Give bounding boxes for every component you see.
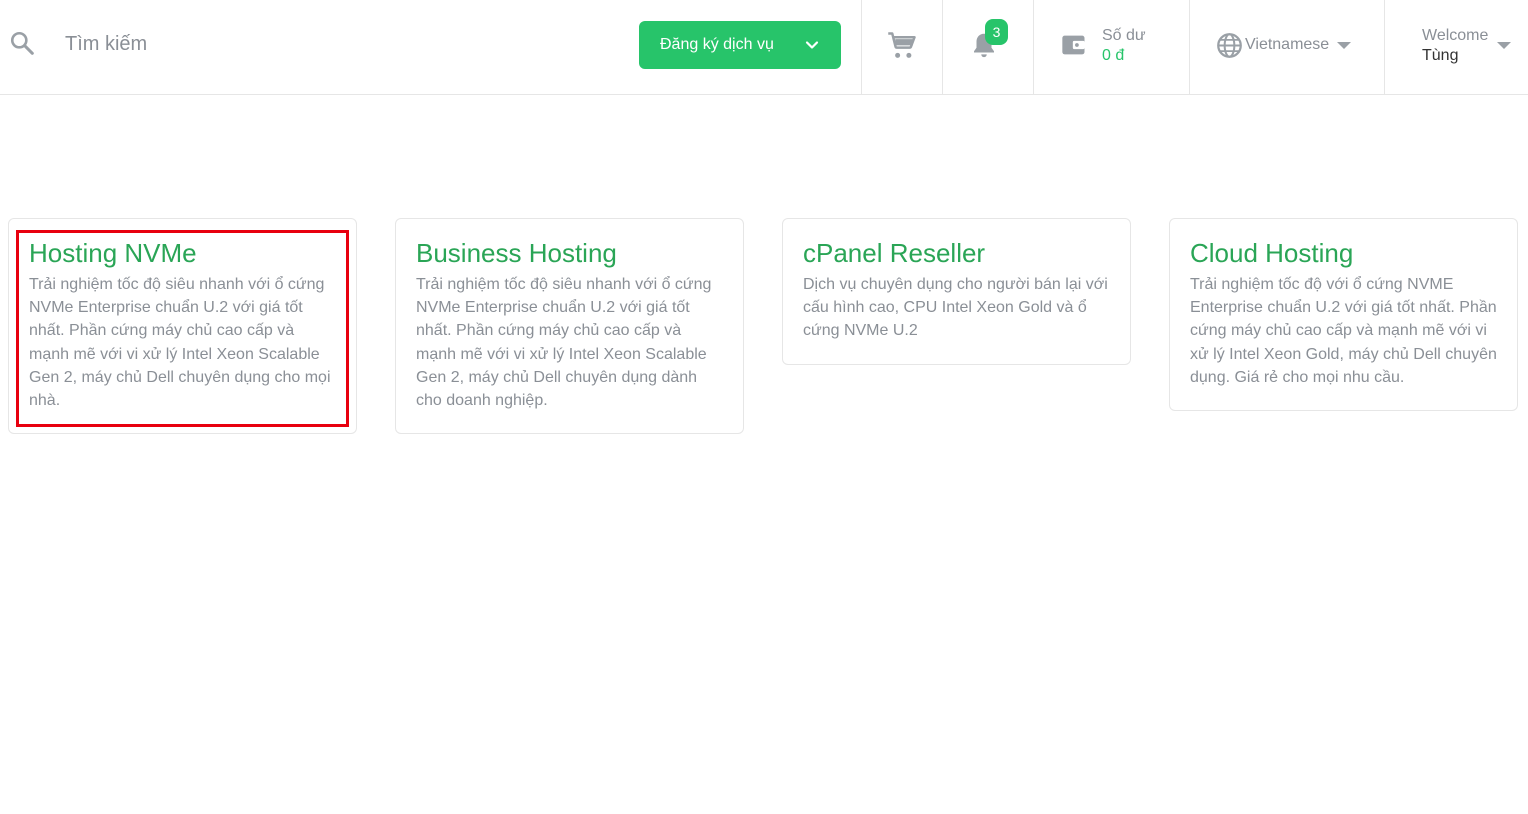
search-input[interactable] [52, 24, 612, 64]
card-description: Trải nghiệm tốc độ với ổ cứng NVME Enter… [1190, 276, 1497, 386]
card-title: Cloud Hosting [1190, 238, 1354, 268]
register-service-button[interactable]: Đăng ký dịch vụ [639, 21, 841, 69]
balance-label: Số dư [1102, 27, 1146, 44]
caret-down-icon [1337, 42, 1351, 49]
register-service-label: Đăng ký dịch vụ [660, 36, 774, 53]
card-description: Trải nghiệm tốc độ siêu nhanh với ổ cứng… [416, 276, 712, 410]
service-card-business-hosting[interactable]: Business Hosting Trải nghiệm tốc độ siêu… [395, 218, 744, 435]
navbar-divider [1384, 0, 1385, 95]
notification-count-badge: 3 [985, 19, 1008, 45]
language-label: Vietnamese [1245, 36, 1330, 53]
user-name: Tùng [1422, 47, 1459, 64]
card-title: Business Hosting [416, 238, 617, 268]
search-icon[interactable] [9, 30, 35, 56]
navbar-divider [1189, 0, 1190, 95]
card-description: Trải nghiệm tốc độ siêu nhanh với ổ cứng… [29, 276, 331, 410]
balance-value: 0 đ [1102, 47, 1125, 64]
navbar-divider [1033, 0, 1034, 95]
card-title: cPanel Reseller [803, 238, 986, 268]
chevron-down-icon [805, 41, 819, 49]
navbar-divider [861, 0, 862, 95]
cart-icon[interactable] [887, 31, 917, 61]
caret-down-icon [1497, 42, 1511, 49]
wallet-icon [1062, 35, 1085, 55]
card-title: Hosting NVMe [29, 238, 197, 268]
welcome-label: Welcome [1422, 27, 1489, 44]
service-card-cloud-hosting[interactable]: Cloud Hosting Trải nghiệm tốc độ với ổ c… [1169, 218, 1518, 412]
service-card-hosting-nvme[interactable]: Hosting NVMe Trải nghiệm tốc độ siêu nha… [8, 218, 357, 435]
service-card-cpanel-reseller[interactable]: cPanel Reseller Dịch vụ chuyên dụng cho … [782, 218, 1131, 365]
globe-icon [1217, 33, 1242, 58]
top-navbar: Đăng ký dịch vụ 3 Số dư 0 đ Vietnamese [0, 0, 1528, 95]
navbar-divider [942, 0, 943, 95]
card-description: Dịch vụ chuyên dụng cho người bán lại vớ… [803, 276, 1108, 340]
